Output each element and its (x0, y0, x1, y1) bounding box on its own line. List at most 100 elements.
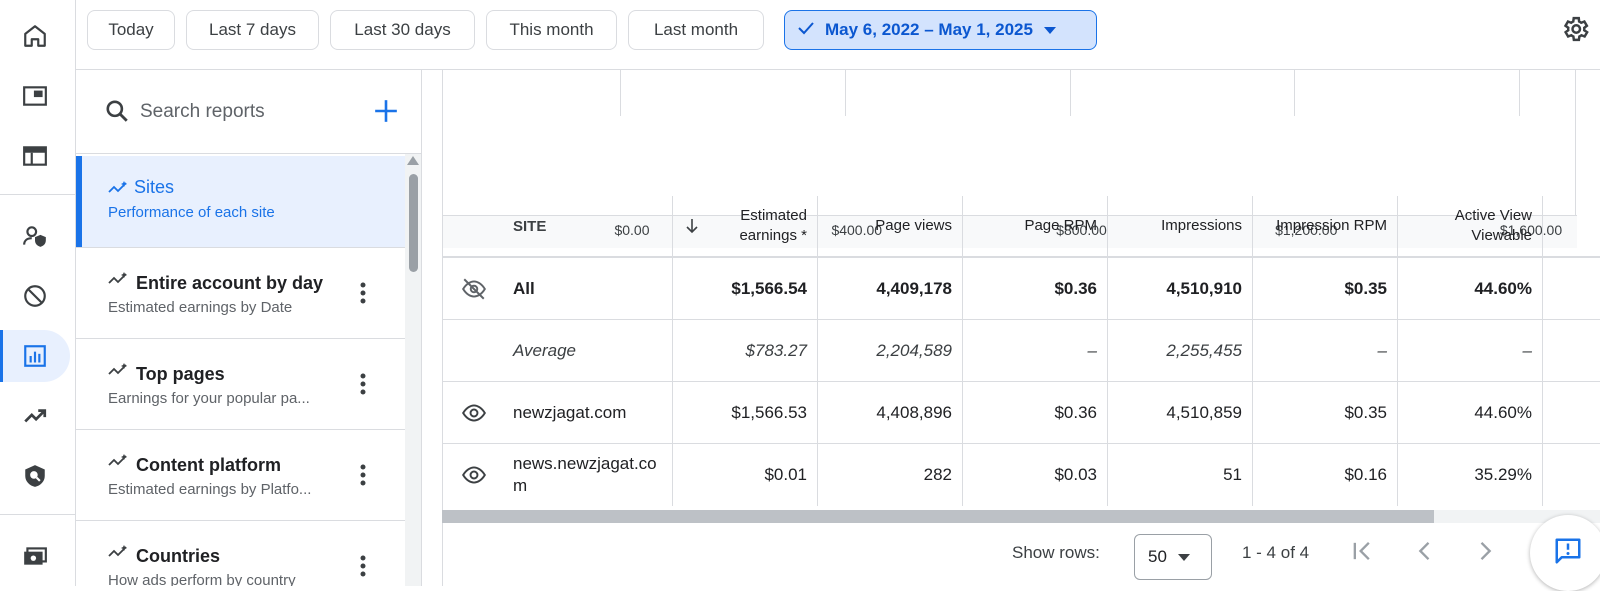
chip-today[interactable]: Today (87, 10, 175, 50)
value-cell: – (1253, 320, 1398, 381)
report-subtitle: How ads perform by country (108, 572, 296, 586)
value-cell: $1,566.53 (673, 382, 818, 443)
col-site[interactable]: SITE (443, 196, 673, 256)
site-name: Average (443, 320, 673, 381)
value-cell: 35.29% (1398, 444, 1543, 506)
date-range-label: May 6, 2022 – May 1, 2025 (825, 20, 1033, 39)
col-active-view-viewable[interactable]: Active View Viewable (1398, 196, 1543, 256)
report-subtitle: Earnings for your popular pa... (108, 390, 310, 407)
more-vert-icon[interactable] (359, 281, 367, 310)
visibility-icon[interactable] (459, 400, 489, 431)
table-horizontal-scrollbar[interactable] (442, 510, 1600, 523)
report-item-content-platform[interactable]: Content platform Estimated earnings by P… (76, 429, 405, 521)
home-icon[interactable] (0, 10, 70, 62)
report-subtitle: Estimated earnings by Date (108, 299, 293, 316)
value-cell: $0.36 (963, 258, 1108, 319)
date-range-bar: Today Last 7 days Last 30 days This mont… (76, 0, 1600, 70)
sparkle-trend-icon (108, 180, 130, 201)
prev-page-icon[interactable] (1411, 537, 1439, 570)
rows-per-page-value: 50 (1148, 547, 1167, 566)
more-vert-icon[interactable] (359, 463, 367, 492)
site-name[interactable]: news.newzjagat.com (513, 453, 658, 497)
value-cell: 4,408,896 (818, 382, 963, 443)
add-report-icon[interactable] (373, 98, 399, 129)
report-title: Content platform (136, 455, 281, 475)
date-range-selector[interactable]: May 6, 2022 – May 1, 2025 (784, 10, 1097, 50)
sparkle-trend-icon (108, 544, 130, 565)
value-cell: 282 (818, 444, 963, 506)
chip-this-month[interactable]: This month (486, 10, 617, 50)
sidebar-scroll-thumb[interactable] (409, 174, 418, 272)
report-title: Countries (136, 546, 221, 566)
value-cell: $0.03 (963, 444, 1108, 506)
sparkle-trend-icon (108, 453, 130, 474)
value-cell: $0.35 (1253, 382, 1398, 443)
sidebar-scrollbar[interactable] (405, 154, 421, 586)
search-icon (104, 98, 130, 129)
report-main: $0.00 $400.00 $800.00 $1,200.00 $1,600.00 SI… (422, 70, 1600, 586)
search-input[interactable]: Search reports (140, 101, 265, 123)
visibility-off-icon[interactable] (459, 276, 489, 307)
value-cell: $0.36 (963, 382, 1108, 443)
visibility-icon[interactable] (459, 462, 489, 493)
value-cell: 4,409,178 (818, 258, 963, 319)
sites-table: SITE Estimated earnings * Page views Pag… (442, 196, 1600, 516)
rows-per-page-select[interactable]: 50 (1134, 534, 1212, 580)
ads-icon[interactable] (0, 70, 70, 122)
table-scroll-thumb[interactable] (442, 510, 1434, 523)
first-page-icon[interactable] (1349, 537, 1377, 570)
value-cell: 2,204,589 (818, 320, 963, 381)
col-impression-rpm[interactable]: Impression RPM (1253, 196, 1398, 256)
chart-gridline (844, 70, 846, 116)
table-row: news.newzjagat.com $0.01 282 $0.03 51 $0… (443, 444, 1600, 506)
value-cell: $0.01 (673, 444, 818, 506)
scroll-up-icon[interactable] (407, 156, 419, 165)
col-impressions[interactable]: Impressions (1108, 196, 1253, 256)
col-page-views[interactable]: Page views (818, 196, 963, 256)
col-page-rpm[interactable]: Page RPM (963, 196, 1108, 256)
chip-last-30-days[interactable]: Last 30 days (330, 10, 475, 50)
chip-last-7-days[interactable]: Last 7 days (186, 10, 319, 50)
report-item-top-pages[interactable]: Top pages Earnings for your popular pa..… (76, 338, 405, 430)
report-title: Sites (134, 177, 175, 197)
payments-icon[interactable] (0, 530, 70, 582)
report-subtitle: Estimated earnings by Platfo... (108, 481, 312, 498)
chip-last-month[interactable]: Last month (628, 10, 764, 50)
value-cell: 51 (1108, 444, 1253, 506)
next-page-icon[interactable] (1471, 537, 1499, 570)
site-name[interactable]: newzjagat.com (513, 403, 626, 423)
value-cell: $1,566.54 (673, 258, 818, 319)
sparkle-trend-icon (108, 271, 130, 292)
policy-center-icon[interactable] (0, 450, 70, 502)
nav-rail (0, 0, 76, 586)
table-row: Average $783.27 2,204,589 – 2,255,455 – … (443, 320, 1600, 382)
value-cell: – (1398, 320, 1543, 381)
report-item-countries[interactable]: Countries How ads perform by country (76, 520, 405, 586)
optimization-trend-icon[interactable] (0, 390, 70, 442)
value-cell: 44.60% (1398, 382, 1543, 443)
report-item-entire-account[interactable]: Entire account by day Estimated earnings… (76, 247, 405, 339)
value-cell: 2,255,455 (1108, 320, 1253, 381)
gear-icon[interactable] (1560, 14, 1592, 46)
sites-layout-icon[interactable] (0, 130, 70, 182)
value-cell: – (963, 320, 1108, 381)
site-cell: news.newzjagat.com (443, 444, 673, 506)
value-cell: 4,510,910 (1108, 258, 1253, 319)
reports-icon[interactable] (0, 330, 70, 382)
value-cell: $783.27 (673, 320, 818, 381)
more-vert-icon[interactable] (359, 372, 367, 401)
chart-gridline (1519, 70, 1520, 116)
more-vert-icon[interactable] (359, 554, 367, 583)
privacy-messaging-icon[interactable] (0, 210, 70, 262)
table-row: All $1,566.54 4,409,178 $0.36 4,510,910 … (443, 258, 1600, 320)
caret-down-icon (1043, 20, 1057, 40)
caret-down-icon (1177, 547, 1191, 567)
feedback-button[interactable] (1530, 515, 1600, 591)
search-reports[interactable]: Search reports (76, 70, 421, 154)
blocking-controls-icon[interactable] (0, 270, 70, 322)
report-item-sites[interactable]: Sites Performance of each site (76, 156, 405, 248)
value-cell: 4,510,859 (1108, 382, 1253, 443)
sort-desc-icon (685, 218, 699, 240)
site-name: All (513, 278, 535, 298)
col-estimated-earnings[interactable]: Estimated earnings * (673, 196, 818, 256)
